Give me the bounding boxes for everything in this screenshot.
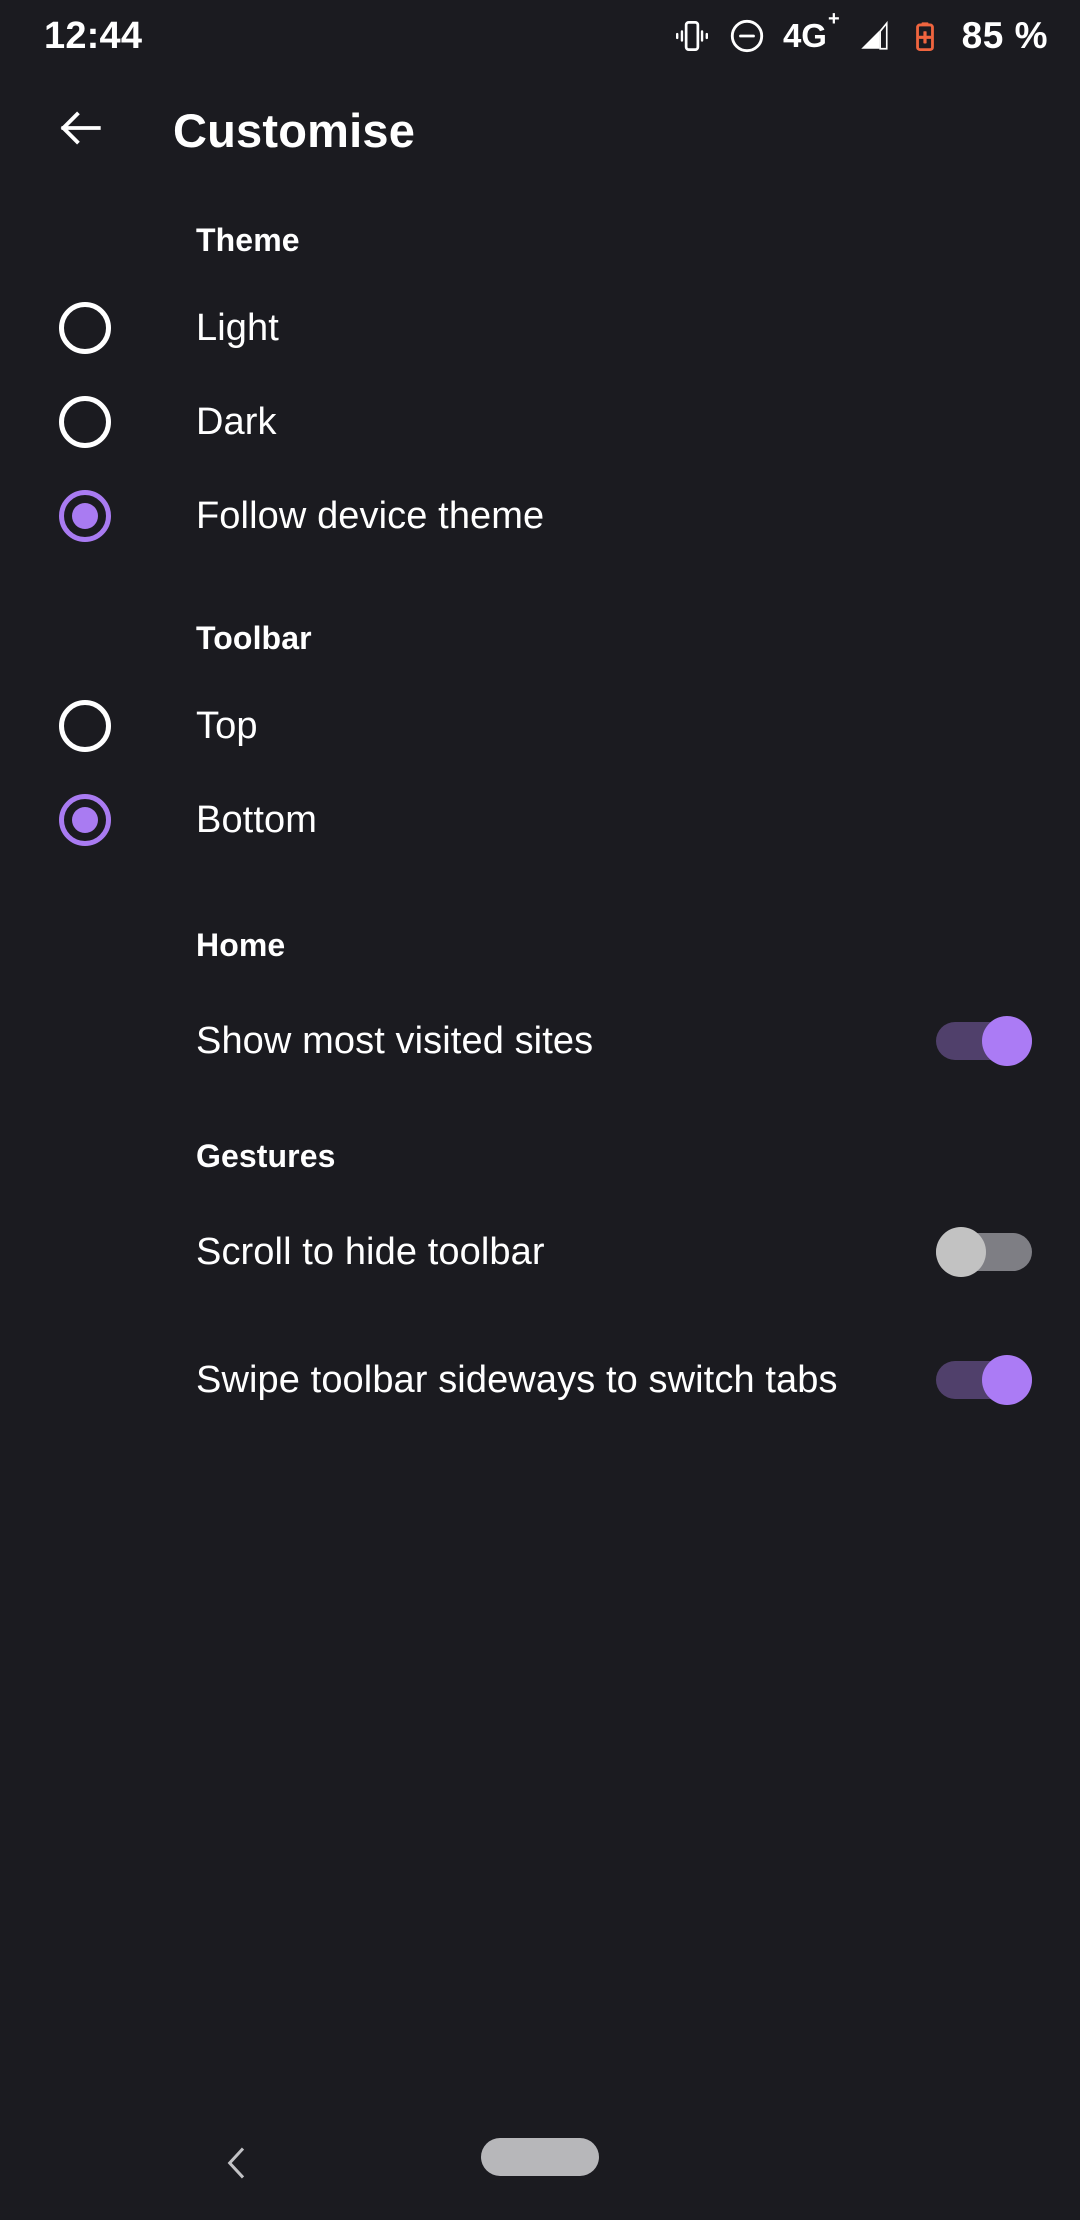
nav-back-button[interactable] (202, 2130, 272, 2200)
battery-percentage-label: 85 % (961, 15, 1048, 56)
arrow-left-icon (55, 103, 105, 158)
section-header-toolbar: Toolbar (196, 620, 312, 656)
system-navigation-bar (0, 2110, 1080, 2220)
status-bar-icons: 4G+ 85 % (673, 8, 1048, 57)
section-header-home: Home (196, 927, 286, 963)
radio-button-top[interactable] (59, 700, 111, 752)
network-type-label: 4G+ (782, 8, 840, 54)
switch-show-most-visited-sites[interactable] (936, 1016, 1032, 1066)
switch-row-swipe-toolbar-sideways[interactable]: Swipe toolbar sideways to switch tabs (0, 1325, 1080, 1435)
section-header-gestures: Gestures (196, 1138, 336, 1174)
switch-label-show-most-visited-sites: Show most visited sites (196, 1020, 594, 1062)
switch-swipe-toolbar-sideways[interactable] (936, 1355, 1032, 1405)
switch-thumb (936, 1227, 986, 1277)
radio-button-light[interactable] (59, 302, 111, 354)
do-not-disturb-icon (728, 17, 766, 55)
switch-thumb (982, 1355, 1032, 1405)
radio-row-dark[interactable]: Dark (0, 375, 1080, 469)
radio-label-top: Top (196, 704, 258, 747)
radio-button-bottom[interactable] (59, 794, 111, 846)
signal-bars-icon (856, 18, 892, 54)
radio-label-dark: Dark (196, 400, 277, 443)
radio-row-bottom[interactable]: Bottom (0, 773, 1080, 867)
switch-label-scroll-to-hide-toolbar: Scroll to hide toolbar (196, 1231, 545, 1273)
switch-scroll-to-hide-toolbar[interactable] (936, 1227, 1032, 1277)
switch-thumb (982, 1016, 1032, 1066)
page-title: Customise (173, 103, 416, 157)
switch-label-swipe-toolbar-sideways: Swipe toolbar sideways to switch tabs (196, 1358, 838, 1401)
radio-label-follow-device-theme: Follow device theme (196, 494, 545, 537)
radio-button-follow-device-theme[interactable] (59, 490, 111, 542)
back-button[interactable] (44, 94, 116, 166)
radio-row-light[interactable]: Light (0, 281, 1080, 375)
status-bar-clock: 12:44 (44, 14, 143, 57)
radio-button-dark[interactable] (59, 396, 111, 448)
section-header-theme: Theme (196, 222, 300, 258)
battery-saver-icon (909, 20, 941, 52)
app-bar: Customise (0, 72, 1080, 188)
vibrate-icon (673, 17, 711, 55)
chevron-left-icon (217, 2143, 257, 2188)
settings-content: Theme Light Dark Follow device theme Too… (0, 188, 1080, 1435)
switch-row-scroll-to-hide-toolbar[interactable]: Scroll to hide toolbar (0, 1197, 1080, 1307)
radio-label-bottom: Bottom (196, 798, 317, 841)
status-bar: 12:44 4G+ 85 % (0, 0, 1080, 72)
switch-row-show-most-visited-sites[interactable]: Show most visited sites (0, 986, 1080, 1096)
radio-row-follow-device-theme[interactable]: Follow device theme (0, 469, 1080, 563)
radio-row-top[interactable]: Top (0, 679, 1080, 773)
nav-home-pill[interactable] (481, 2138, 599, 2176)
radio-label-light: Light (196, 306, 279, 349)
